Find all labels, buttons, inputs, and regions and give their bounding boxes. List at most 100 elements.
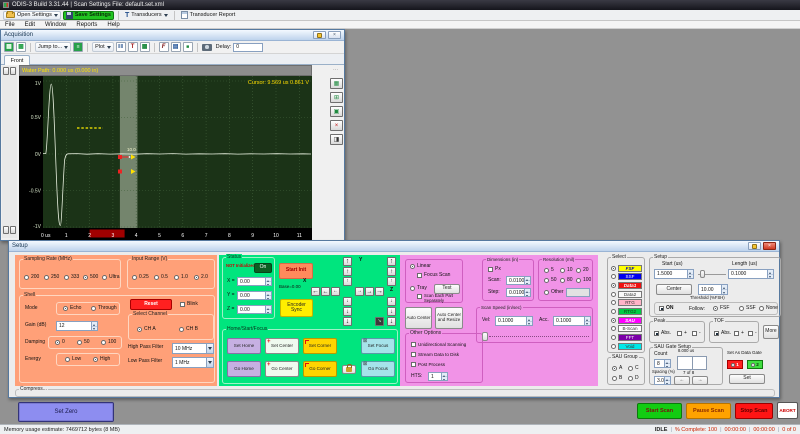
- jog-z-minus-med-icon[interactable]: ↓: [387, 307, 396, 316]
- data-gate-1[interactable]: 1: [727, 360, 743, 369]
- auto-center-resize-button[interactable]: Auto Center and Resize: [435, 307, 463, 329]
- jog-x-minus-fast-icon[interactable]: ←: [311, 287, 320, 296]
- tof-abs-checkbox[interactable]: Abs.: [714, 331, 731, 337]
- scroll-right-button[interactable]: [10, 226, 16, 234]
- tab-front[interactable]: Front: [4, 55, 30, 65]
- px-checkbox[interactable]: Px: [488, 267, 501, 273]
- y-position-field[interactable]: 0.00: [237, 291, 272, 300]
- gain-field[interactable]: 12: [56, 321, 98, 331]
- jog-x-minus-slow-icon[interactable]: ←: [331, 287, 340, 296]
- ascan-plot[interactable]: 10.0 Cursor: 9.569 us 0.861 V 1V 0.5V 0V…: [19, 76, 312, 240]
- res-20[interactable]: 20: [576, 268, 589, 274]
- menu-file[interactable]: File: [5, 22, 15, 28]
- jog-z-plus-med-icon[interactable]: ↑: [387, 267, 396, 276]
- sampling-250[interactable]: 250: [44, 275, 59, 281]
- jog-y-plus-med-icon[interactable]: ↑: [343, 267, 352, 276]
- res-50[interactable]: 50: [544, 278, 557, 284]
- spacing-field[interactable]: 3.0: [654, 376, 671, 385]
- select-item-rtg[interactable]: RTG: [611, 299, 642, 307]
- step-size-field[interactable]: 0.0100: [506, 288, 531, 297]
- set-corner-button[interactable]: Set Corner: [303, 338, 337, 354]
- gate-band[interactable]: [120, 76, 137, 228]
- range-10[interactable]: 1.0: [174, 275, 188, 281]
- select-item-fft[interactable]: FFT: [611, 334, 642, 342]
- grid-icon[interactable]: ▦: [4, 42, 14, 52]
- close-button[interactable]: ×: [328, 31, 341, 39]
- pin-button[interactable]: [313, 31, 326, 39]
- clear-icon[interactable]: ×: [330, 120, 343, 131]
- go-corner-button[interactable]: Go Corner: [303, 361, 337, 377]
- fit-view-icon[interactable]: ▣: [330, 106, 343, 117]
- prev-gate-button[interactable]: ←: [674, 376, 690, 385]
- scan-separately-checkbox[interactable]: Scan Each Part Separately: [417, 294, 462, 303]
- plot-button[interactable]: Plot: [92, 42, 113, 52]
- menu-window[interactable]: Window: [45, 22, 66, 28]
- gate-on-checkbox[interactable]: ON: [659, 306, 674, 312]
- pan-icon[interactable]: ⊞: [330, 92, 343, 103]
- velocity-field[interactable]: 0.1000: [495, 316, 533, 326]
- go-home-button[interactable]: Go Home: [227, 361, 261, 377]
- transducer-report-button[interactable]: Transducer Report: [179, 11, 238, 20]
- range-05[interactable]: 0.5: [154, 275, 168, 281]
- hts-field[interactable]: 1: [428, 372, 448, 381]
- abort-button[interactable]: ABORT: [777, 402, 798, 419]
- menu-help[interactable]: Help: [107, 22, 119, 28]
- histogram-icon[interactable]: ‖‖: [116, 42, 126, 52]
- zoom-in-icon[interactable]: ▦: [330, 78, 343, 89]
- select-region-icon[interactable]: ▩: [16, 42, 26, 52]
- focus-scan-checkbox[interactable]: Focus Scan: [417, 273, 450, 279]
- res-100[interactable]: 100: [576, 278, 591, 284]
- region-box-icon[interactable]: ■: [183, 42, 193, 52]
- peak-abs-checkbox[interactable]: Abs.: [654, 331, 671, 337]
- z-position-field[interactable]: 0.00: [237, 305, 272, 314]
- x-position-field[interactable]: 0.00: [237, 277, 272, 286]
- blink-checkbox[interactable]: Blink: [180, 302, 198, 308]
- res-5[interactable]: 5: [544, 268, 554, 274]
- gate2-start-marker[interactable]: [118, 170, 122, 174]
- stream-to-disk-checkbox[interactable]: Stream Data to Disk: [411, 352, 459, 357]
- channel-a[interactable]: CH A: [137, 327, 156, 333]
- layers-icon[interactable]: ≡: [73, 42, 83, 52]
- scroll-right-button[interactable]: [10, 67, 16, 75]
- go-center-button[interactable]: +Go Center: [265, 361, 299, 377]
- range-025[interactable]: 0.25: [132, 275, 149, 281]
- stop-scan-button[interactable]: Stop Scan: [735, 403, 773, 419]
- set-center-button[interactable]: +Set Center: [265, 338, 299, 354]
- jog-diagonal-icon[interactable]: ↘: [375, 317, 384, 326]
- scan-size-field[interactable]: 0.0100: [506, 276, 531, 285]
- tray-radio[interactable]: Tray: [410, 286, 427, 292]
- jog-z-minus-slow-icon[interactable]: ↓: [387, 297, 396, 306]
- linear-radio[interactable]: Linear: [410, 264, 431, 270]
- res-other-field[interactable]: [566, 288, 590, 297]
- sau-group-c[interactable]: C: [628, 366, 639, 372]
- lock-button[interactable]: [342, 365, 356, 374]
- setup-title-bar[interactable]: Setup ×: [9, 241, 779, 252]
- res-other[interactable]: Other: [544, 290, 564, 296]
- follow-none[interactable]: None: [759, 306, 778, 312]
- more-button[interactable]: More: [763, 325, 779, 339]
- speed-slider-handle[interactable]: [482, 332, 488, 341]
- data-gate-2[interactable]: 2: [747, 360, 763, 369]
- jog-y-plus-fast-icon[interactable]: ↑: [343, 257, 352, 266]
- scroll-left-button[interactable]: [3, 226, 9, 234]
- next-gate-button[interactable]: →: [692, 376, 708, 385]
- compress-group[interactable]: Compress...: [15, 389, 775, 397]
- lpf-dropdown[interactable]: 1 MHz: [172, 357, 214, 368]
- hpf-dropdown[interactable]: 10 MHz: [172, 343, 214, 354]
- start-scan-button[interactable]: Start Scan: [637, 403, 682, 419]
- jog-y-minus-med-icon[interactable]: ↓: [343, 307, 352, 316]
- jog-x-minus-med-icon[interactable]: ←: [321, 287, 330, 296]
- sau-group-b[interactable]: B: [612, 376, 622, 382]
- jog-y-plus-slow-icon[interactable]: ↑: [343, 277, 352, 286]
- sampling-500[interactable]: 500: [83, 275, 98, 281]
- mode-through[interactable]: Through: [91, 306, 117, 312]
- peak-minus-checkbox[interactable]: -: [692, 331, 701, 337]
- sau-group-a[interactable]: A: [612, 366, 622, 372]
- damping-100[interactable]: 100: [101, 340, 116, 346]
- sampling-333[interactable]: 333: [64, 275, 79, 281]
- select-item-ssf[interactable]: SSF: [611, 273, 642, 281]
- export-icon[interactable]: ◨: [330, 134, 343, 145]
- select-item-data2[interactable]: Data2: [611, 290, 642, 298]
- grid-small-icon[interactable]: ▦: [140, 42, 150, 52]
- unidirectional-checkbox[interactable]: Unidirectional Scanning: [411, 342, 466, 347]
